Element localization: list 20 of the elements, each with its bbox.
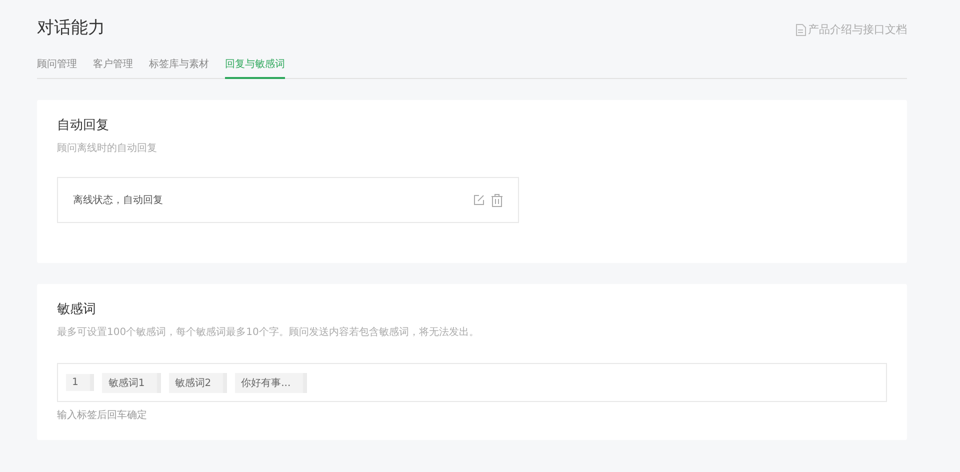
tab[interactable]: 客户管理 (93, 53, 133, 79)
doc-link[interactable]: 产品介绍与接口文档 (796, 22, 907, 37)
tag: 你好有事... (235, 372, 307, 392)
delete-icon[interactable] (491, 194, 503, 206)
tag: 敏感词1 (102, 372, 161, 392)
section-description: 顾问离线时的自动回复 (57, 142, 158, 155)
tab[interactable]: 标签库与素材 (149, 53, 209, 79)
tab[interactable]: 顾问管理 (37, 53, 77, 79)
hint-text: 输入标签后回车确定 (57, 408, 148, 422)
section-title: 敏感词 (57, 301, 97, 318)
tag-input-field[interactable]: 1 敏感词1 敏感词2 你好有事... (57, 363, 887, 402)
reply-text: 离线状态，自动回复 (73, 194, 163, 207)
section-title: 自动回复 (57, 117, 110, 134)
document-icon (796, 24, 806, 36)
tag: 1 (66, 374, 94, 391)
tag: 敏感词2 (168, 372, 228, 392)
page-title: 对话能力 (37, 17, 105, 39)
section-description: 最多可设置100个敏感词，每个敏感词最多10个字。顾问发送内容若包含敏感词，将无法发出。 (57, 326, 480, 339)
edit-icon[interactable] (473, 194, 485, 206)
tab[interactable]: 回复与敏感词 (225, 53, 285, 79)
